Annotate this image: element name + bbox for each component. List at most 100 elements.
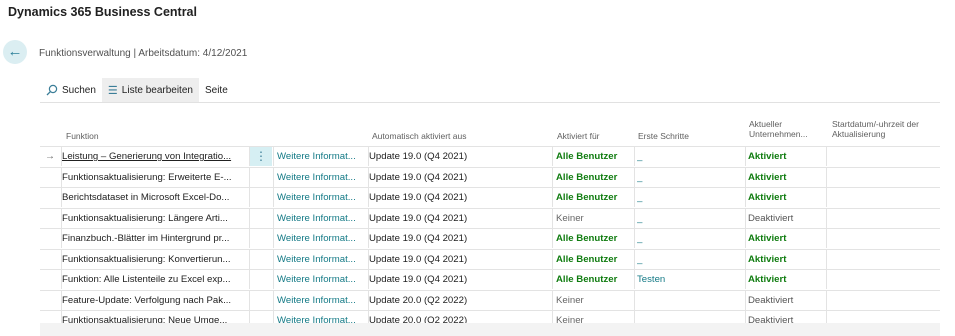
enabled-for[interactable]: Alle Benutzer [556,229,634,248]
more-info-link[interactable]: Weitere Informat... [277,291,367,310]
column-header-company-line1: Aktueller [749,119,783,129]
cell-divider [552,270,553,289]
cell-divider [634,188,635,207]
cell-divider [552,188,553,207]
enabled-for[interactable]: Alle Benutzer [556,250,634,269]
more-info-link[interactable]: Weitere Informat... [277,209,367,228]
company-status: Deaktiviert [748,294,794,306]
cell-divider [634,147,635,166]
table-row[interactable]: Funktionsaktualisierung: Erweiterte E-..… [40,166,940,188]
back-button[interactable]: ← [3,40,27,64]
enabled-for[interactable]: Alle Benutzer [556,168,634,187]
cell-divider [634,249,635,269]
table-row[interactable]: Finanzbuch.-Blätter im Hintergrund pr...… [40,228,940,249]
cell-divider [552,290,553,310]
table-row[interactable]: Berichtsdataset in Microsoft Excel-Do...… [40,187,940,208]
search-button[interactable]: Suchen [40,78,102,102]
edit-list-button[interactable]: ☰ Liste bearbeiten [101,78,199,102]
table-row[interactable]: → ⋮ Leistung – Generierung von Integratio.… [40,146,940,167]
company-status: Aktiviert [748,171,787,183]
first-steps-link[interactable]: _ [637,188,737,207]
more-info-link[interactable]: Weitere Informat... [277,168,367,187]
table-footer [40,323,940,336]
column-header-company[interactable]: Aktueller Unternehmen... [749,119,808,139]
first-steps-link[interactable]: _ [637,209,737,228]
search-label: Suchen [62,84,96,96]
feature-name[interactable]: Feature-Update: Verfolgung nach Pak... [62,291,249,310]
table-row[interactable]: Funktion: Alle Listenteile zu Excel exp.… [40,269,940,290]
cell-divider [273,147,274,166]
feature-name[interactable]: Leistung – Generierung von Integratio... [62,147,249,166]
edit-list-icon: ☰ [107,84,118,97]
arrow-left-icon: ← [7,43,23,60]
cell-divider [273,229,274,248]
page-menu-button[interactable]: Seite [199,78,234,102]
cell-divider [634,290,635,310]
first-steps-link[interactable]: Testen [637,270,737,289]
cell-divider [634,208,635,228]
column-header-auto[interactable]: Automatisch aktiviert aus [372,131,466,141]
cell-divider [552,208,553,228]
more-info-link[interactable]: Weitere Informat... [277,229,367,248]
feature-name[interactable]: Funktionsaktualisierung: Längere Arti... [62,209,249,228]
cell-divider [745,208,746,228]
auto-enabled-from: Update 19.0 (Q4 2021) [369,171,468,183]
cell-divider [745,167,746,187]
company-status: Aktiviert [748,233,787,244]
column-header-start-line2: Aktualisierung [832,129,886,139]
cell-divider [745,249,746,269]
company-status: Aktiviert [748,253,787,265]
more-info-link[interactable]: Weitere Informat... [277,188,367,207]
cell-divider [273,290,274,310]
enabled-for[interactable]: Alle Benutzer [556,188,634,207]
feature-name[interactable]: Funktionsaktualisierung: Erweiterte E-..… [62,168,249,187]
column-header-company-line2: Unternehmen... [749,129,808,139]
more-info-link[interactable]: Weitere Informat... [277,147,367,166]
enabled-for[interactable]: Keiner [556,291,634,310]
feature-name[interactable]: Funktionsaktualisierung: Konvertierun... [62,250,249,269]
company-status: Aktiviert [748,151,787,162]
cell-divider [249,290,250,310]
first-steps-link[interactable]: _ [637,168,737,187]
auto-enabled-from: Update 20.0 (Q2 2022) [369,294,468,306]
more-info-link[interactable]: Weitere Informat... [277,270,367,289]
cell-divider [249,229,250,248]
column-header-start-line1: Startdatum/-uhrzeit der [832,119,919,129]
cell-divider [634,167,635,187]
search-icon [46,84,58,96]
first-steps-link[interactable] [637,291,737,310]
company-status: Deaktiviert [748,212,794,224]
enabled-for[interactable]: Alle Benutzer [556,147,634,166]
feature-name[interactable]: Finanzbuch.-Blätter im Hintergrund pr... [62,229,249,248]
cell-divider [249,249,250,269]
vertical-ellipsis-icon[interactable]: ⋮ [250,147,272,166]
enabled-for[interactable]: Alle Benutzer [556,270,634,289]
cell-divider [249,208,250,228]
first-steps-link[interactable]: _ [637,229,737,248]
more-info-link[interactable]: Weitere Informat... [277,250,367,269]
feature-table: → ⋮ Leistung – Generierung von Integratio.… [40,146,940,332]
first-steps-link[interactable]: _ [637,147,737,166]
enabled-for[interactable]: Keiner [556,209,634,228]
cell-divider [552,147,553,166]
cell-divider [634,270,635,289]
cell-divider [745,188,746,207]
edit-list-label: Liste bearbeiten [121,84,193,96]
column-header-first-steps[interactable]: Erste Schritte [638,131,689,141]
column-header-start[interactable]: Startdatum/-uhrzeit der Aktualisierung [832,119,919,139]
cell-divider [273,167,274,187]
table-row[interactable]: Funktionsaktualisierung: Längere Arti...… [40,207,940,229]
company-status: Aktiviert [748,192,787,203]
cell-divider [249,188,250,207]
company-status: Aktiviert [748,274,787,285]
feature-name[interactable]: Berichtsdataset in Microsoft Excel-Do... [62,188,249,207]
table-row[interactable]: Funktionsaktualisierung: Konvertierun...… [40,248,940,270]
column-header-funktion[interactable]: Funktion [66,131,99,141]
column-header-for[interactable]: Aktiviert für [557,131,600,141]
cell-divider [273,188,274,207]
table-row[interactable]: Feature-Update: Verfolgung nach Pak... We… [40,289,940,311]
first-steps-link[interactable]: _ [637,250,737,269]
cell-divider [634,229,635,248]
feature-name[interactable]: Funktion: Alle Listenteile zu Excel exp.… [62,270,249,289]
cell-divider [552,167,553,187]
